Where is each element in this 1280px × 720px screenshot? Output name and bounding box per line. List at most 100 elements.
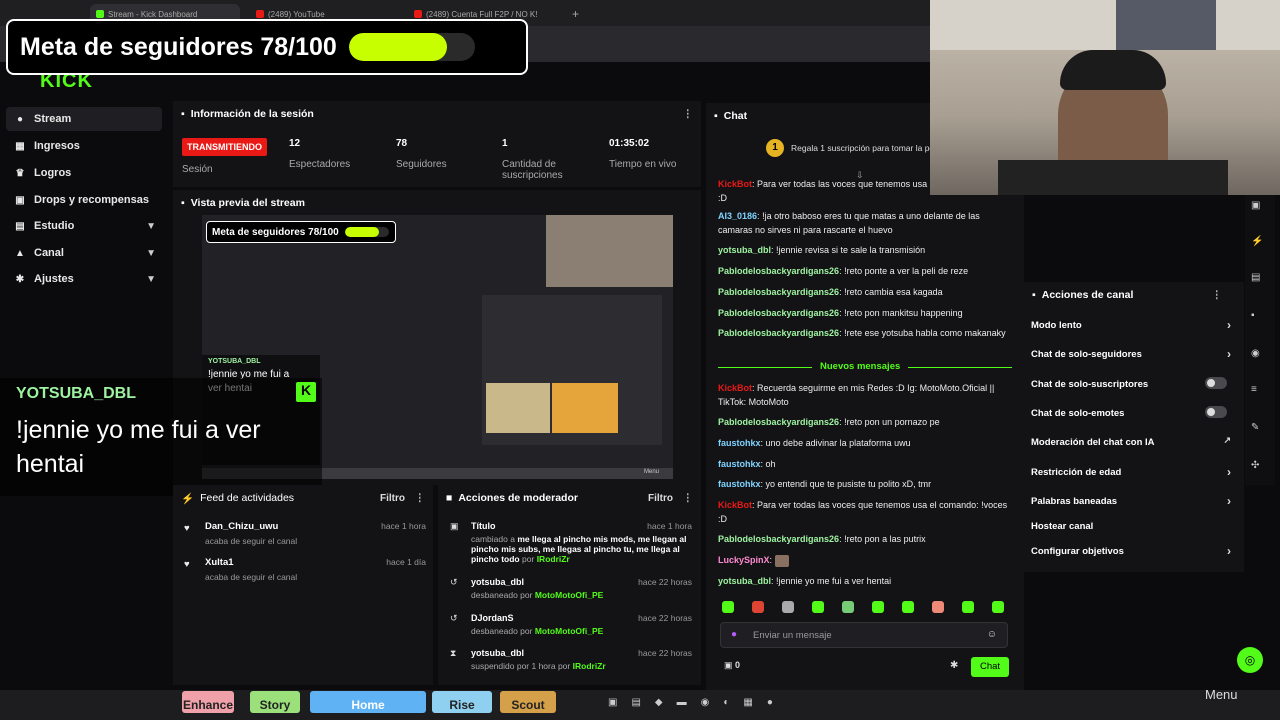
game-button-enhance[interactable]: Enhance: [182, 691, 234, 713]
game-button-home[interactable]: Home: [310, 691, 426, 713]
sidebar-item-ajustes[interactable]: ✱ Ajustes ▼: [6, 267, 162, 291]
action-age-restriction[interactable]: Restricción de edad ›: [1031, 465, 1231, 479]
sidebar-item-ingresos[interactable]: ▦ Ingresos: [6, 134, 162, 158]
webcam-feed: [930, 0, 1280, 195]
emote-icon[interactable]: [902, 601, 914, 613]
stat-live-time: 01:35:02 Tiempo en vivo: [609, 138, 677, 170]
game-button-story[interactable]: Story: [250, 691, 300, 713]
obs-icon[interactable]: ●: [767, 697, 773, 708]
chevron-down-icon: ▼: [146, 247, 156, 259]
game-menu-label[interactable]: Menu: [1205, 687, 1238, 702]
preview-header: ▪ Vista previa del stream: [181, 197, 305, 209]
gift-sub-text[interactable]: Regala 1 suscripción para tomar la po: [791, 143, 931, 153]
emotes-only-toggle[interactable]: [1205, 406, 1227, 418]
emote-icon[interactable]: [932, 601, 944, 613]
more-options-icon[interactable]: ⋮: [683, 492, 694, 504]
mod-action-item: ⧗ yotsuba_dbl hace 22 horas suspendido por …: [450, 648, 692, 671]
kick-favicon-icon: [96, 10, 104, 18]
sidebar-item-canal[interactable]: ▲ Canal ▼: [6, 241, 162, 265]
activity-filter-button[interactable]: Filtro: [380, 493, 405, 504]
gift-sub-badge: 1: [766, 139, 784, 157]
goal-title: Meta de seguidores 78/100: [20, 32, 337, 61]
emote-icon[interactable]: [812, 601, 824, 613]
undo-icon: ↺: [450, 577, 458, 587]
video-icon: ▪: [181, 197, 185, 209]
action-ai-moderation[interactable]: Moderación del chat con IA ↗: [1031, 435, 1231, 448]
stat-followers: 78 Seguidores: [396, 138, 447, 170]
follower-goal-overlay: Meta de seguidores 78/100: [6, 19, 528, 75]
emote-icon[interactable]: [782, 601, 794, 613]
chevron-right-icon: ›: [1227, 544, 1231, 558]
apps-icon[interactable]: ✣: [1251, 460, 1259, 471]
emote-icon[interactable]: [962, 601, 974, 613]
emote-icon[interactable]: [992, 601, 1004, 613]
doc-icon[interactable]: ▤: [1251, 272, 1260, 283]
taskbar-app-icons: ▣ ▤ ◆ ▬ ◉ ◐ ▦ ●: [608, 697, 773, 708]
goal-progress-fill: [348, 33, 448, 61]
action-emotes-only[interactable]: Chat de solo-emotes: [1031, 406, 1231, 419]
more-options-icon[interactable]: ⋮: [415, 492, 426, 504]
channel-icon: ▪: [1032, 289, 1036, 301]
app-icon[interactable]: ▤: [631, 697, 640, 708]
action-banned-words[interactable]: Palabras baneadas ›: [1031, 494, 1231, 508]
chat-settings-icon[interactable]: ✱: [950, 660, 958, 671]
points-counter[interactable]: ▣ 0: [724, 660, 740, 671]
chat-input[interactable]: ● Enviar un mensaje ☺: [720, 622, 1008, 648]
broadcast-icon[interactable]: ◉: [1251, 348, 1260, 359]
new-messages-divider[interactable]: Nuevos mensajes: [812, 361, 909, 372]
gift-icon: ▣: [15, 194, 25, 206]
app-icon[interactable]: ▣: [608, 697, 617, 708]
live-badge: TRANSMITIENDO: [182, 138, 267, 156]
chat-icon[interactable]: ▪: [1251, 310, 1255, 321]
emote-icon[interactable]: [872, 601, 884, 613]
emote-icon[interactable]: [722, 601, 734, 613]
game-button-scout[interactable]: Scout: [500, 691, 556, 713]
action-configure-goals[interactable]: Configurar objetivos ›: [1031, 544, 1231, 558]
sidebar-item-drops[interactable]: ▣ Drops y recompensas: [6, 188, 162, 212]
sidebar-item-stream[interactable]: ● Stream: [6, 107, 162, 131]
wrench-icon[interactable]: ✎: [1251, 422, 1259, 433]
game-button-rise[interactable]: Rise: [432, 691, 492, 713]
layout-icon[interactable]: ▣: [1251, 200, 1260, 211]
more-options-icon[interactable]: ⋮: [683, 108, 694, 120]
sidebar-item-estudio[interactable]: ▤ Estudio ▼: [6, 214, 162, 238]
goal-progress-bar: [348, 33, 475, 61]
chat-message: KickBot: Recuerda seguirme en mis Redes …: [718, 383, 995, 407]
sidebar-item-logros[interactable]: ♛ Logros: [6, 161, 162, 185]
browser-icon[interactable]: ◉: [701, 697, 710, 708]
subs-only-toggle[interactable]: [1205, 377, 1227, 389]
activity-header: ⚡ Feed de actividades Filtro ⋮: [181, 492, 426, 505]
list-icon[interactable]: ≡: [1251, 384, 1257, 395]
bolt-icon[interactable]: ⚡: [1251, 236, 1263, 247]
send-chat-button[interactable]: Chat: [971, 657, 1009, 677]
chat-message: Pablodelosbackyardigans26: !rete ese yot…: [718, 328, 1006, 338]
emoji-icon[interactable]: ☺: [987, 629, 997, 640]
trophy-icon: ♛: [15, 167, 25, 179]
mod-filter-button[interactable]: Filtro: [648, 493, 673, 504]
gear-icon: ✱: [15, 273, 25, 285]
chevron-right-icon: ›: [1227, 494, 1231, 508]
folder-icon[interactable]: ▬: [677, 697, 687, 708]
discord-icon[interactable]: ◐: [723, 697, 729, 708]
mod-action-item: ↺ DJordanS hace 22 horas desbaneado por Mot…: [450, 613, 692, 636]
chat-message: Pablodelosbackyardigans26: !reto pon un …: [718, 417, 940, 427]
action-slow-mode[interactable]: Modo lento ›: [1031, 318, 1231, 332]
new-tab-button[interactable]: +: [566, 4, 582, 24]
more-options-icon[interactable]: ⋮: [1212, 289, 1223, 301]
preview-webcam: [546, 215, 673, 287]
action-subs-only[interactable]: Chat de solo-suscriptores: [1031, 377, 1231, 390]
emote-icon[interactable]: [752, 601, 764, 613]
app-icon[interactable]: ◆: [655, 697, 663, 708]
support-icon[interactable]: ◎: [1237, 647, 1263, 673]
emote-icon[interactable]: [842, 601, 854, 613]
action-host-channel[interactable]: Hostear canal: [1031, 521, 1231, 532]
caption-text: !jennie yo me fui a ver hentai: [16, 416, 261, 478]
emote-icon: [774, 554, 789, 567]
user-icon: ▲: [15, 247, 25, 259]
points-icon: ▣: [724, 660, 733, 670]
chevron-down-icon: ▼: [146, 273, 156, 285]
app-icon[interactable]: ▦: [743, 697, 752, 708]
action-followers-only[interactable]: Chat de solo-seguidores ›: [1031, 347, 1231, 361]
kick-logo-icon: K: [296, 382, 316, 402]
mic-icon[interactable]: ●: [731, 629, 737, 640]
